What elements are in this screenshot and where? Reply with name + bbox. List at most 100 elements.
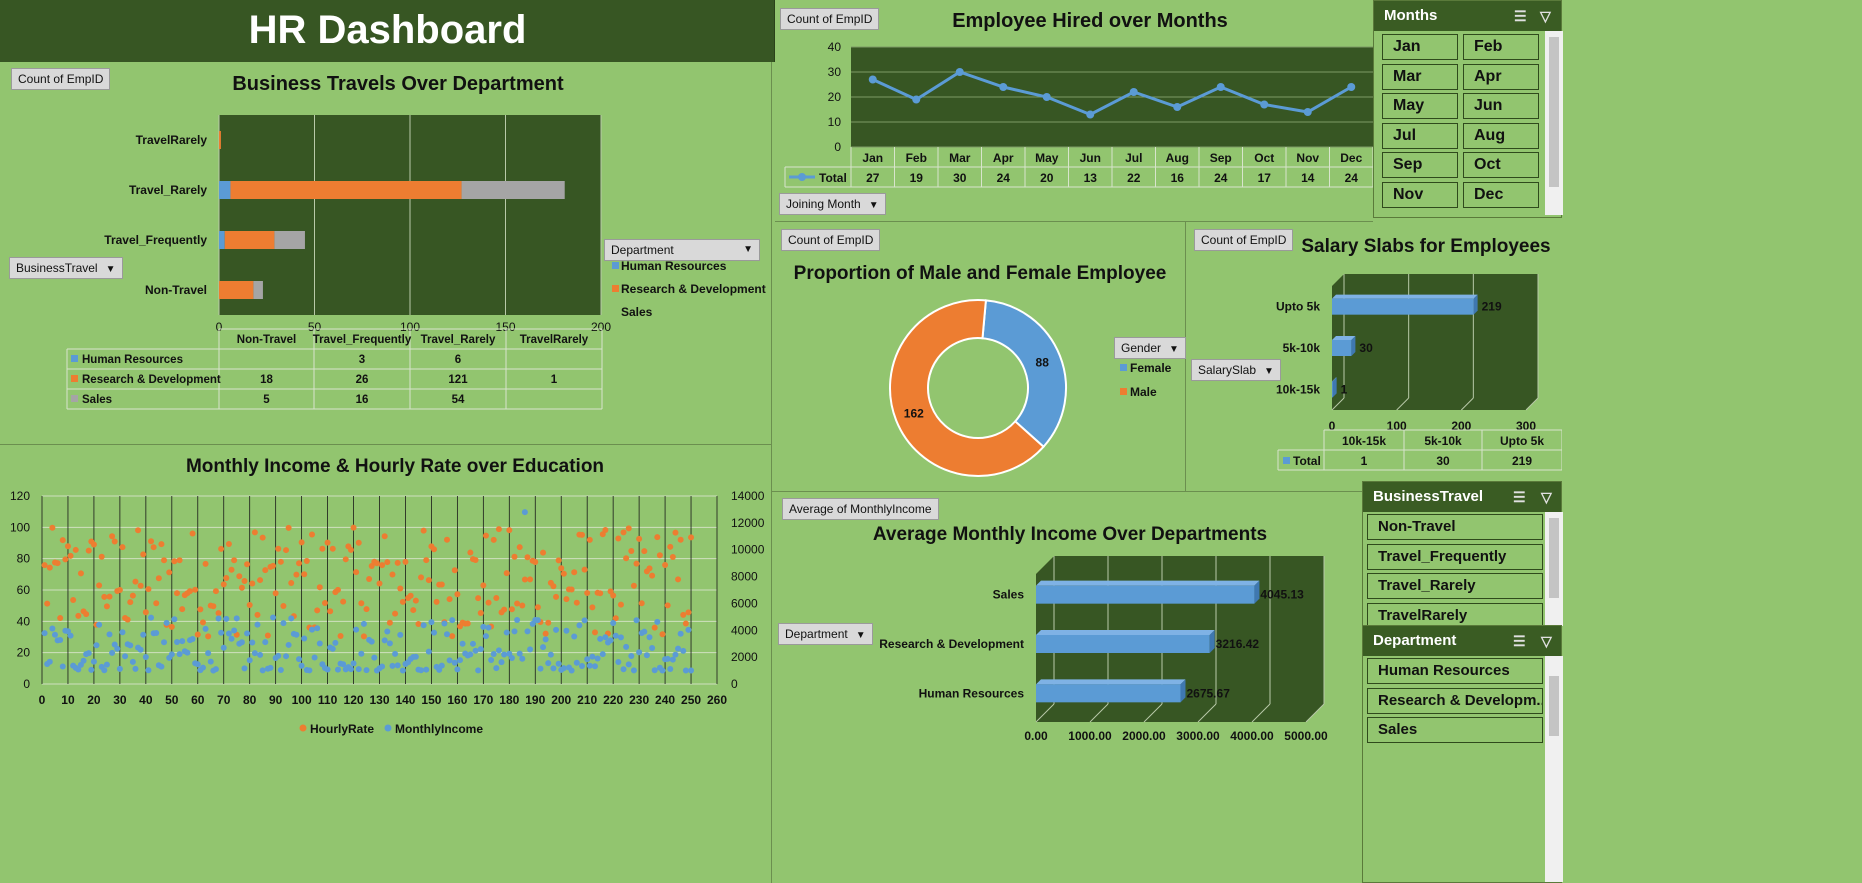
clear-filter-icon[interactable]: ▽ bbox=[1541, 482, 1552, 512]
department-scrollbar[interactable] bbox=[1545, 656, 1563, 882]
slicer-item[interactable]: Non-Travel bbox=[1367, 514, 1543, 540]
month-slicer-item[interactable]: May bbox=[1382, 93, 1458, 119]
scatter-point-hourlyrate bbox=[145, 586, 152, 593]
scatter-point-monthlyincome bbox=[454, 666, 461, 673]
hired-axis-button[interactable]: Joining Month ▼ bbox=[779, 193, 886, 215]
scatter-point-hourlyrate bbox=[249, 580, 256, 587]
month-slicer-item[interactable]: Jan bbox=[1382, 34, 1458, 60]
x-tick-label: 100 bbox=[292, 693, 312, 707]
scatter-point-monthlyincome bbox=[579, 663, 585, 670]
scatter-point-hourlyrate bbox=[293, 571, 300, 578]
legend-swatch bbox=[1120, 364, 1127, 371]
scatter-point-hourlyrate bbox=[360, 633, 367, 640]
scatter-point-hourlyrate bbox=[98, 553, 105, 560]
bar bbox=[219, 131, 221, 149]
month-label: Nov bbox=[1296, 151, 1319, 165]
scatter-point-hourlyrate bbox=[667, 543, 674, 550]
travel-field-button[interactable]: Count of EmpID bbox=[11, 68, 111, 90]
scatter-point-hourlyrate bbox=[244, 561, 251, 568]
scatter-point-monthlyincome bbox=[620, 666, 627, 673]
month-slicer-item[interactable]: Nov bbox=[1382, 181, 1458, 208]
multi-select-icon[interactable]: ☰ bbox=[1513, 482, 1526, 512]
scatter-point-hourlyrate bbox=[103, 603, 110, 610]
month-slicer-item[interactable]: Dec bbox=[1463, 181, 1539, 208]
category-label: Research & Development bbox=[879, 637, 1024, 651]
scatter-point-monthlyincome bbox=[589, 653, 596, 660]
x-tick-label: 10 bbox=[61, 693, 75, 707]
scatter-point-hourlyrate bbox=[555, 557, 562, 564]
month-slicer-item[interactable]: Feb bbox=[1463, 34, 1539, 60]
slicer-item[interactable]: Human Resources bbox=[1367, 658, 1543, 684]
month-label: Jul bbox=[1125, 151, 1142, 165]
month-slicer-item[interactable]: Sep bbox=[1382, 152, 1458, 178]
x-tick-label: 160 bbox=[447, 693, 467, 707]
table-header: Travel_Rarely bbox=[421, 334, 496, 346]
scatter-point-monthlyincome bbox=[472, 647, 479, 654]
scatter-point-hourlyrate bbox=[558, 565, 565, 572]
business-travel-scrollbar[interactable] bbox=[1545, 512, 1563, 626]
scatter-point-monthlyincome bbox=[498, 659, 505, 666]
scatter-point-hourlyrate bbox=[314, 607, 321, 614]
income-field-button[interactable]: Average of MonthlyIncome bbox=[782, 498, 939, 520]
scatter-point-monthlyincome bbox=[262, 639, 269, 646]
legend-label: MonthlyIncome bbox=[395, 722, 483, 736]
scatter-point-hourlyrate bbox=[646, 565, 653, 572]
x-tick-label: 140 bbox=[395, 693, 415, 707]
month-slicer-item[interactable]: Mar bbox=[1382, 63, 1458, 90]
salary-field-button[interactable]: Count of EmpID bbox=[1194, 229, 1294, 251]
scatter-point-hourlyrate bbox=[262, 567, 269, 574]
month-slicer-item[interactable]: Oct bbox=[1463, 152, 1539, 178]
slicer-item[interactable]: Research & Developm... bbox=[1367, 687, 1543, 714]
scatter-point-monthlyincome bbox=[418, 667, 425, 674]
month-slicer-item[interactable]: Aug bbox=[1463, 122, 1539, 149]
scatter-point-monthlyincome bbox=[672, 651, 679, 658]
scatter-point-hourlyrate bbox=[321, 600, 328, 607]
scatter-point-monthlyincome bbox=[127, 642, 134, 649]
scatter-point-monthlyincome bbox=[57, 636, 64, 643]
data-point bbox=[1129, 88, 1138, 96]
slicer-item[interactable]: Travel_Frequently bbox=[1367, 543, 1543, 570]
scatter-point-hourlyrate bbox=[363, 606, 370, 613]
scatter-point-hourlyrate bbox=[376, 580, 383, 587]
clear-filter-icon[interactable]: ▽ bbox=[1541, 626, 1552, 656]
months-slicer-title: Months bbox=[1384, 7, 1438, 24]
scatter-point-monthlyincome bbox=[511, 628, 518, 635]
scatter-point-hourlyrate bbox=[327, 608, 334, 615]
scatter-point-monthlyincome bbox=[106, 631, 113, 638]
income-chart: 0.00 1000.00 2000.00 3000.00 4000.00 5000.00 S… bbox=[879, 556, 1328, 743]
multi-select-icon[interactable]: ☰ bbox=[1513, 626, 1526, 656]
scatter-point-hourlyrate bbox=[228, 566, 235, 573]
data-label: 3216.42 bbox=[1216, 637, 1260, 651]
scatter-point-hourlyrate bbox=[212, 588, 219, 595]
month-slicer-item[interactable]: Jun bbox=[1463, 93, 1539, 119]
multi-select-icon[interactable]: ☰ bbox=[1514, 1, 1527, 31]
scatter-point-hourlyrate bbox=[220, 581, 227, 588]
month-slicer-item[interactable]: Jul bbox=[1382, 122, 1458, 149]
slicer-item[interactable]: Travel_Rarely bbox=[1367, 573, 1543, 599]
bar bbox=[219, 231, 225, 249]
scatter-point-hourlyrate bbox=[524, 554, 531, 561]
gender-field-button[interactable]: Count of EmpID bbox=[781, 229, 881, 251]
scatter-point-monthlyincome bbox=[371, 654, 378, 661]
scatter-point-hourlyrate bbox=[189, 530, 196, 537]
y-right-tick-label: 10000 bbox=[731, 543, 765, 557]
hired-field-button[interactable]: Count of EmpID bbox=[780, 8, 880, 30]
x-tick-label: 0 bbox=[1329, 419, 1336, 433]
scatter-point-hourlyrate bbox=[176, 557, 183, 564]
scatter-point-monthlyincome bbox=[137, 646, 144, 653]
slicer-item[interactable]: Sales bbox=[1367, 717, 1543, 743]
legend-swatch bbox=[612, 262, 619, 269]
scatter-point-hourlyrate bbox=[41, 562, 48, 569]
scatter-point-hourlyrate bbox=[64, 543, 71, 550]
table-cell: 22 bbox=[1127, 171, 1141, 185]
scatter-point-monthlyincome bbox=[649, 645, 656, 652]
month-slicer-item[interactable]: Apr bbox=[1463, 63, 1539, 90]
scatter-point-monthlyincome bbox=[542, 636, 549, 643]
scatter-point-monthlyincome bbox=[495, 647, 502, 654]
data-point bbox=[1260, 100, 1269, 109]
scatter-point-hourlyrate bbox=[573, 599, 580, 606]
travel-chart: 0 50 100 150 200TravelRarelyTravel_RarelyTra… bbox=[66, 115, 766, 410]
clear-filter-icon[interactable]: ▽ bbox=[1540, 1, 1551, 31]
scatter-point-monthlyincome bbox=[612, 632, 619, 639]
months-scrollbar[interactable] bbox=[1545, 31, 1563, 215]
